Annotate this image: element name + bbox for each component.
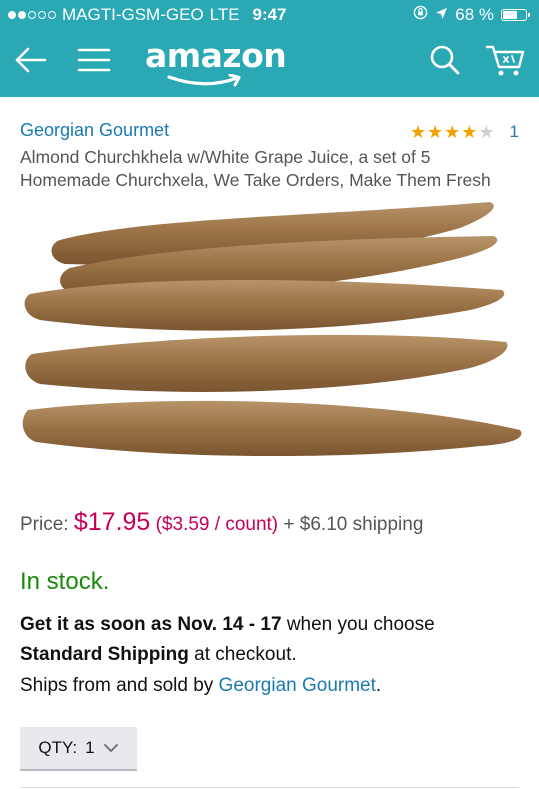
price-label: Price: (20, 514, 69, 535)
ships-from: Ships from and sold by Georgian Gourmet. (20, 675, 381, 697)
hamburger-menu-icon[interactable] (74, 40, 114, 80)
delivery-estimate: Get it as soon as Nov. 14 - 17 when you … (20, 610, 525, 670)
status-bar: MAGTI-GSM-GEO LTE 9:47 68 % (0, 0, 539, 30)
amazon-logo[interactable]: amazon (145, 36, 287, 88)
delivery-prefix: Get it as soon as (20, 614, 173, 635)
unit-price: ($3.59 / count) (155, 514, 279, 535)
delivery-middle: when you choose (286, 614, 435, 635)
star-full-icon: ★ (461, 122, 478, 142)
seller-link[interactable]: Georgian Gourmet (20, 120, 169, 141)
quantity-select[interactable]: QTY: 1 (20, 727, 137, 771)
star-full-icon: ★ (409, 122, 426, 142)
rating[interactable]: ★ ★ ★ ★ ★ 1 (410, 122, 519, 142)
ships-seller-link[interactable]: Georgian Gourmet (219, 675, 376, 696)
header: MAGTI-GSM-GEO LTE 9:47 68 % amazon (0, 0, 539, 97)
price-amount: $17.95 (73, 508, 151, 536)
smile-arrow-icon (167, 74, 241, 87)
star-full-icon: ★ (426, 122, 444, 142)
quantity-label: QTY: (38, 738, 78, 757)
location-arrow-icon (435, 5, 448, 25)
shipping-cost: + $6.10 shipping (283, 514, 424, 535)
ships-prefix: Ships from and sold by (20, 675, 214, 696)
search-icon[interactable] (425, 40, 465, 80)
ships-suffix: . (375, 675, 382, 696)
battery-icon (501, 9, 530, 21)
quantity-value: 1 (85, 738, 95, 757)
arrow-left-icon[interactable] (10, 40, 50, 80)
price-line: Price: $17.95 ($3.59 / count) + $6.10 sh… (20, 508, 423, 537)
star-empty-icon: ★ (478, 122, 495, 142)
app-bar: amazon (0, 30, 539, 97)
logo-text: amazon (145, 36, 287, 75)
divider (20, 787, 519, 788)
review-count[interactable]: 1 (510, 122, 519, 142)
product-title: Almond Churchkhela w/White Grape Juice, … (20, 147, 491, 190)
rotation-lock-icon (413, 5, 428, 25)
product-image[interactable] (20, 198, 525, 463)
stock-status: In stock. (20, 568, 110, 595)
delivery-suffix: at checkout. (194, 644, 297, 665)
delivery-dates: Nov. 14 - 17 (177, 614, 282, 635)
chevron-down-icon (103, 738, 119, 758)
battery-percent: 68 % (455, 5, 494, 24)
status-right: 68 % (413, 5, 530, 25)
star-full-icon: ★ (444, 122, 461, 142)
cart-icon[interactable] (485, 40, 525, 80)
shipping-method: Standard Shipping (20, 644, 189, 665)
